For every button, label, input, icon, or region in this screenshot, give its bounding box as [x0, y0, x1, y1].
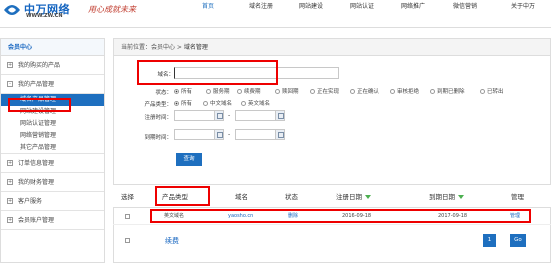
sort-down-icon [458, 195, 464, 199]
sidebar-group-label: 会员账户管理 [18, 217, 55, 224]
query-button[interactable]: 查询 [176, 153, 202, 166]
nav-website-cert[interactable]: 网站认证 [344, 0, 380, 28]
expire-time-label: 到期时间： [144, 135, 172, 141]
status-option-redemption[interactable]: 赎回期 [275, 87, 299, 95]
logo[interactable]: 中万网络 WWW.ZW.CN 用心成就未来 [0, 0, 170, 22]
go-button[interactable]: Go [510, 234, 526, 247]
col-manage: 管理 [511, 193, 524, 201]
calendar-icon[interactable] [214, 130, 223, 139]
logo-slogan: 用心成就未来 [88, 5, 136, 14]
renew-button[interactable]: 续费 [165, 236, 179, 246]
row-checkbox[interactable] [125, 214, 130, 219]
select-all-checkbox[interactable] [125, 238, 130, 243]
expand-icon: + [7, 160, 13, 166]
sidebar-group-label: 客户服务 [18, 198, 43, 205]
breadcrumb-current: 域名管理 [183, 44, 208, 51]
radio-icon [241, 100, 246, 106]
calendar-icon[interactable] [275, 111, 284, 120]
expire-start-input[interactable] [174, 129, 224, 140]
radio-icon [310, 88, 315, 94]
sidebar-item-website-cert[interactable]: 网站认证管理 [1, 118, 104, 130]
calendar-icon[interactable] [275, 130, 284, 139]
status-option-confirming[interactable]: 正在确认 [350, 87, 379, 95]
expand-icon: + [7, 179, 13, 185]
status-option-service[interactable]: 服务期 [206, 87, 230, 95]
sidebar-group-label: 我的产品管理 [18, 81, 55, 88]
status-option-all[interactable]: 所有 [174, 87, 192, 95]
sidebar-group-service[interactable]: + 客户服务 [1, 192, 104, 211]
status-option-transferred[interactable]: 已转出 [480, 87, 504, 95]
type-option-chinese[interactable]: 中文域名 [203, 99, 232, 107]
page-number[interactable]: 1 [483, 234, 496, 247]
radio-icon [174, 100, 179, 106]
nav-about[interactable]: 关于中万 [503, 0, 543, 28]
col-select: 选择 [121, 193, 134, 201]
radio-icon [174, 88, 179, 94]
annotation-box-product-type [155, 186, 210, 206]
sidebar-group-account[interactable]: + 会员账户管理 [1, 211, 104, 230]
breadcrumb-prefix: 当前位置：会员中心 > [121, 44, 184, 51]
annotation-box-domain [137, 60, 278, 85]
type-option-all[interactable]: 所有 [174, 99, 192, 107]
sidebar-title[interactable]: 会员中心 [1, 39, 104, 56]
expand-icon: + [7, 198, 13, 204]
sidebar-group-label: 订单信息管理 [18, 160, 55, 167]
logo-mark-icon [4, 5, 20, 15]
site-header: 中万网络 WWW.ZW.CN 用心成就未来 首页 域名注册 网站建设 网站认证 … [0, 0, 551, 28]
reg-time-label: 注册时间： [144, 115, 172, 121]
radio-icon [480, 88, 485, 94]
type-label: 产品类型： [144, 102, 172, 108]
status-label: 状态： [155, 90, 172, 96]
col-reg-date[interactable]: 注册日期 [336, 185, 371, 209]
nav-wechat[interactable]: 微信营销 [447, 0, 483, 28]
status-option-rejected[interactable]: 审核拒绝 [390, 87, 419, 95]
sidebar-group-orders[interactable]: + 订单信息管理 [1, 154, 104, 173]
calendar-icon[interactable] [214, 111, 223, 120]
sidebar-item-marketing[interactable]: 网络营销管理 [1, 130, 104, 142]
radio-icon [390, 88, 395, 94]
sidebar-group-finance[interactable]: + 我的财务管理 [1, 173, 104, 192]
status-option-renewal[interactable]: 续费期 [237, 87, 261, 95]
sidebar-group-purchased[interactable]: + 我的购买的产品 [1, 56, 104, 75]
nav-website-build[interactable]: 网站建设 [293, 0, 329, 28]
nav-home[interactable]: 首页 [196, 0, 220, 28]
table-footer: 续费 1 Go [113, 227, 551, 255]
status-option-deleted[interactable]: 到期已删除 [430, 87, 465, 95]
sidebar-group-label: 我的购买的产品 [18, 62, 61, 69]
sidebar-item-other-products[interactable]: 其它产品管理 [1, 142, 104, 154]
sidebar-group-label: 我的财务管理 [18, 179, 55, 186]
radio-icon [275, 88, 280, 94]
type-option-english[interactable]: 英文域名 [241, 99, 270, 107]
annotation-box-row [150, 209, 531, 223]
radio-icon [430, 88, 435, 94]
radio-icon [237, 88, 242, 94]
sidebar: 会员中心 + 我的购买的产品 - 我的产品管理 域名产品管理 网站建设管理 网站… [0, 38, 105, 263]
expand-icon: + [7, 62, 13, 68]
col-domain: 域名 [235, 193, 248, 201]
annotation-box-sidebar [8, 98, 71, 112]
collapse-icon: - [7, 81, 13, 87]
nav-domain-register[interactable]: 域名注册 [243, 0, 279, 28]
nav-promotion[interactable]: 网络推广 [395, 0, 431, 28]
breadcrumb: 当前位置：会员中心 > 域名管理 [114, 39, 550, 56]
sort-down-icon [365, 195, 371, 199]
reg-end-input[interactable] [235, 110, 285, 121]
col-status: 状态 [285, 193, 298, 201]
radio-icon [203, 100, 208, 106]
logo-url: WWW.ZW.CN [26, 13, 63, 19]
reg-start-input[interactable] [174, 110, 224, 121]
expand-icon: + [7, 217, 13, 223]
radio-icon [350, 88, 355, 94]
radio-icon [206, 88, 211, 94]
expire-end-input[interactable] [235, 129, 285, 140]
range-separator: - [228, 112, 231, 119]
sidebar-group-products[interactable]: - 我的产品管理 [1, 75, 104, 94]
col-exp-date[interactable]: 到期日期 [429, 185, 464, 209]
range-separator: - [228, 131, 231, 138]
status-option-implementing[interactable]: 正在实现 [310, 87, 339, 95]
